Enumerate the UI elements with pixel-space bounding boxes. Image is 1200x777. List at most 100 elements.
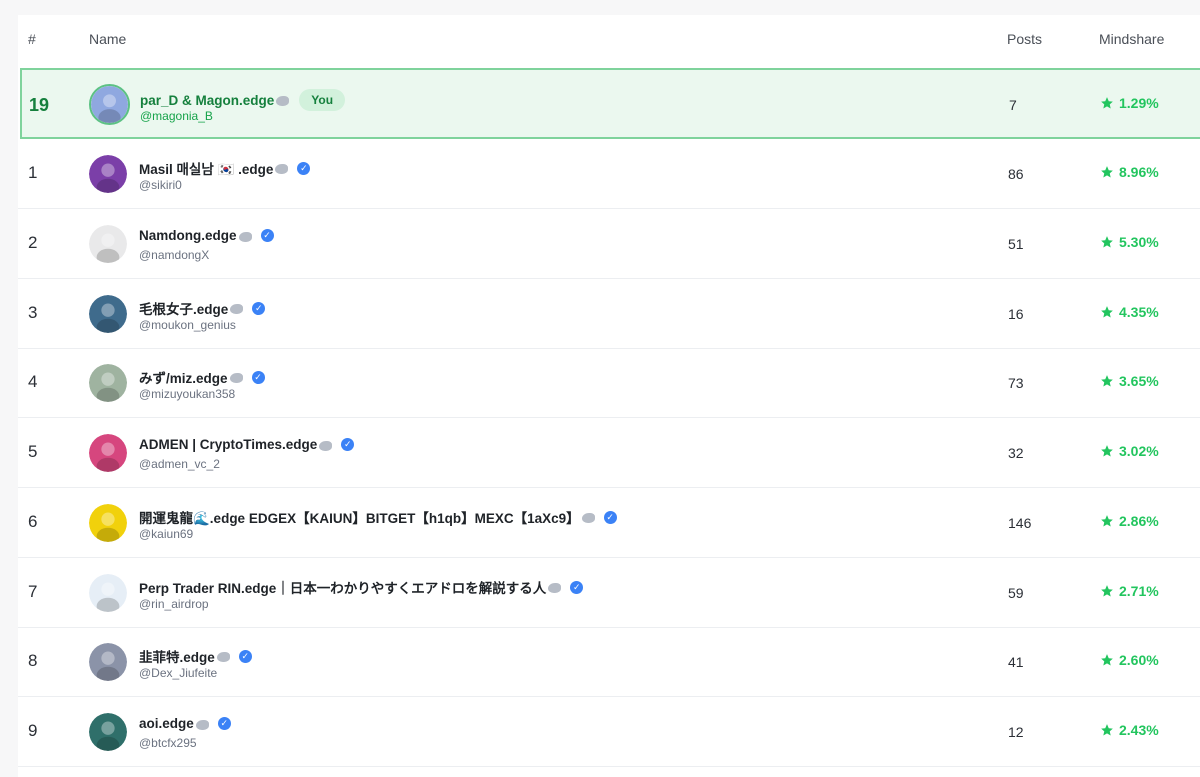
dolphin-icon xyxy=(238,231,252,242)
verified-badge-icon: ✓ xyxy=(341,438,355,451)
mindshare-percent: 3.65% xyxy=(1119,373,1159,389)
display-name-line[interactable]: 毛根女子.edge ✓ xyxy=(139,298,266,318)
posts-count: 12 xyxy=(1008,724,1024,740)
verified-badge-icon: ✓ xyxy=(252,301,266,315)
user-handle[interactable]: @mizuyoukan358 xyxy=(139,387,235,401)
user-handle[interactable]: @kaiun69 xyxy=(139,527,193,541)
avatar[interactable] xyxy=(89,155,127,193)
table-row[interactable]: 9 aoi.edge ✓ @btcfx295 12 2.43% xyxy=(18,697,1200,767)
header-name[interactable]: Name xyxy=(89,31,126,47)
table-row[interactable]: 4 みず/miz.edge ✓ @mizuyoukan358 73 3.65% xyxy=(18,348,1200,418)
avatar[interactable] xyxy=(89,504,127,542)
dolphin-icon xyxy=(229,373,243,383)
display-name-line[interactable]: 開運鬼龍🌊.edge EDGEX【KAIUN】BITGET【h1qb】MEXC【… xyxy=(139,507,617,527)
table-row[interactable]: 6 開運鬼龍🌊.edge EDGEX【KAIUN】BITGET【h1qb】MEXC… xyxy=(18,488,1200,558)
dolphin-icon xyxy=(548,583,562,593)
avatar[interactable] xyxy=(89,643,127,681)
avatar[interactable] xyxy=(89,84,130,125)
mindshare-percent: 1.29% xyxy=(1119,95,1159,111)
mindshare-percent: 2.86% xyxy=(1119,513,1159,529)
dolphin-icon xyxy=(216,652,230,662)
display-name[interactable]: 韭菲特.edge xyxy=(139,646,215,666)
display-name-line[interactable]: Namdong.edge ✓ xyxy=(139,228,274,243)
rank-number: 8 xyxy=(28,651,38,670)
table-header: # Name Posts Mindshare xyxy=(18,15,1200,63)
rank-number: 3 xyxy=(28,303,38,322)
user-handle[interactable]: @Dex_Jiufeite xyxy=(139,666,217,680)
table-row[interactable]: 8 韭菲特.edge ✓ @Dex_Jiufeite 41 2.60% xyxy=(18,627,1200,697)
user-handle[interactable]: @rin_airdrop xyxy=(139,597,209,611)
rank-number: 5 xyxy=(28,442,38,461)
display-name[interactable]: par_D & Magon.edge xyxy=(140,93,274,108)
mindshare-value: 5.30% xyxy=(1100,234,1159,250)
you-badge: You xyxy=(299,89,346,111)
star-icon xyxy=(1101,724,1113,736)
posts-count: 16 xyxy=(1008,306,1024,322)
header-posts[interactable]: Posts xyxy=(1007,31,1042,47)
avatar[interactable] xyxy=(89,364,127,402)
display-name[interactable]: Perp Trader RIN.edge｜日本一わかりやすくエアドロを解説する人 xyxy=(139,577,546,597)
dolphin-icon xyxy=(319,440,333,451)
mindshare-percent: 5.30% xyxy=(1119,234,1159,250)
user-handle[interactable]: @magonia_B xyxy=(140,109,213,123)
posts-count: 86 xyxy=(1008,166,1024,182)
user-handle[interactable]: @admen_vc_2 xyxy=(139,457,220,471)
display-name-line[interactable]: みず/miz.edge ✓ xyxy=(139,367,265,387)
table-row[interactable]: 1 Masil 매실남 🇰🇷 .edge ✓ @sikiri0 86 8.96% xyxy=(18,139,1200,209)
star-icon xyxy=(1101,236,1113,248)
avatar[interactable] xyxy=(89,295,127,333)
rank-number: 7 xyxy=(28,582,38,601)
display-name[interactable]: 毛根女子.edge xyxy=(139,298,228,318)
posts-count: 59 xyxy=(1008,585,1024,601)
avatar[interactable] xyxy=(89,574,127,612)
table-row-current-user[interactable]: 19 par_D & Magon.edge You @magonia_B 7 1.29% xyxy=(20,68,1200,139)
verified-badge-icon: ✓ xyxy=(217,717,231,730)
display-name[interactable]: Masil 매실남 🇰🇷 .edge xyxy=(139,158,273,178)
avatar[interactable] xyxy=(89,225,127,263)
header-mindshare[interactable]: Mindshare xyxy=(1099,31,1164,47)
mindshare-percent: 2.43% xyxy=(1119,722,1159,738)
posts-count: 146 xyxy=(1008,515,1032,531)
display-name[interactable]: ADMEN | CryptoTimes.edge xyxy=(139,437,317,452)
table-row[interactable]: 5 ADMEN | CryptoTimes.edge ✓ @admen_vc_2 32 3… xyxy=(18,418,1200,488)
mindshare-value: 3.65% xyxy=(1100,373,1159,389)
star-icon xyxy=(1101,585,1113,597)
verified-badge-icon: ✓ xyxy=(260,229,274,242)
verified-badge-icon: ✓ xyxy=(251,370,265,384)
star-icon xyxy=(1101,166,1113,178)
display-name-line[interactable]: Perp Trader RIN.edge｜日本一わかりやすくエアドロを解説する人… xyxy=(139,577,584,597)
user-handle[interactable]: @namdongX xyxy=(139,248,209,262)
verified-badge-icon: ✓ xyxy=(570,580,584,594)
mindshare-percent: 8.96% xyxy=(1119,164,1159,180)
verified-badge-icon: ✓ xyxy=(238,649,252,663)
dolphin-icon xyxy=(276,96,290,106)
display-name-line[interactable]: Masil 매실남 🇰🇷 .edge ✓ xyxy=(139,158,311,178)
dolphin-icon xyxy=(275,164,289,174)
user-handle[interactable]: @sikiri0 xyxy=(139,178,182,192)
table-row[interactable]: 7 Perp Trader RIN.edge｜日本一わかりやすくエアドロを解説する… xyxy=(18,558,1200,628)
table-row[interactable]: 2 Namdong.edge ✓ @namdongX 51 5.30% xyxy=(18,209,1200,279)
user-handle[interactable]: @moukon_genius xyxy=(139,318,236,332)
mindshare-value: 2.60% xyxy=(1100,652,1159,668)
avatar[interactable] xyxy=(89,434,127,472)
posts-count: 7 xyxy=(1009,97,1017,113)
display-name-line[interactable]: 韭菲特.edge ✓ xyxy=(139,646,252,666)
posts-count: 73 xyxy=(1008,375,1024,391)
mindshare-percent: 2.60% xyxy=(1119,652,1159,668)
display-name-line[interactable]: aoi.edge ✓ xyxy=(139,716,231,731)
star-icon xyxy=(1101,97,1113,109)
header-rank: # xyxy=(28,31,36,47)
mindshare-value: 3.02% xyxy=(1100,443,1159,459)
table-row[interactable]: 3 毛根女子.edge ✓ @moukon_genius 16 4.35% xyxy=(18,279,1200,349)
verified-badge-icon: ✓ xyxy=(297,161,311,175)
display-name[interactable]: みず/miz.edge xyxy=(139,367,228,387)
avatar[interactable] xyxy=(89,713,127,751)
user-handle[interactable]: @btcfx295 xyxy=(139,736,197,750)
leaderboard-panel: # Name Posts Mindshare 19 par_D & Magon.e… xyxy=(18,15,1200,777)
display-name[interactable]: Namdong.edge xyxy=(139,228,237,243)
display-name-line[interactable]: ADMEN | CryptoTimes.edge ✓ xyxy=(139,437,355,452)
display-name-line[interactable]: par_D & Magon.edge You xyxy=(140,89,346,111)
display-name[interactable]: aoi.edge xyxy=(139,716,194,731)
mindshare-value: 2.43% xyxy=(1100,722,1159,738)
display-name[interactable]: 開運鬼龍🌊.edge EDGEX【KAIUN】BITGET【h1qb】MEXC【… xyxy=(139,507,580,527)
